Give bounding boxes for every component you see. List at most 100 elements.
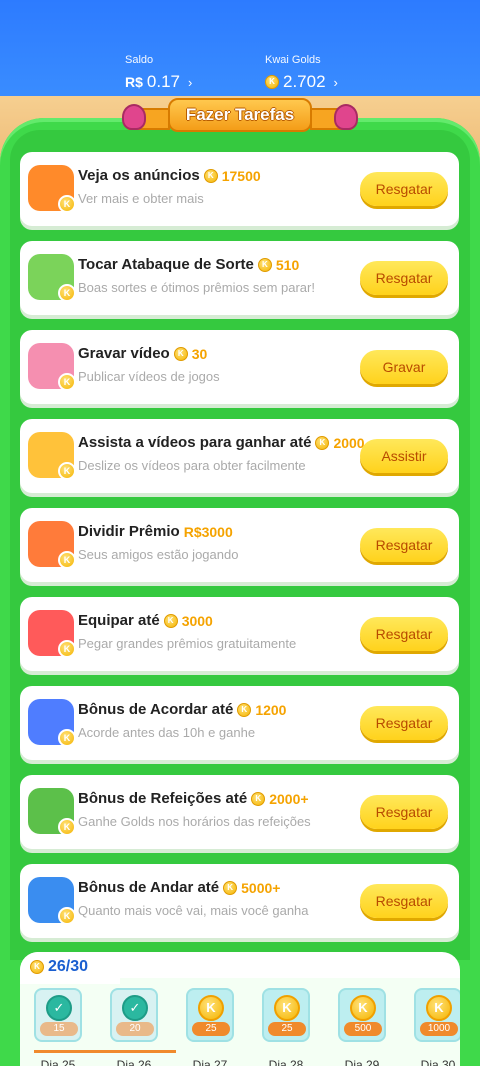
coin-icon: K: [223, 880, 238, 895]
coin-icon: K: [58, 729, 76, 747]
coin-icon: K: [173, 346, 188, 361]
task-title: Bônus de Refeições até: [78, 790, 248, 807]
task-reward: 510: [275, 256, 300, 273]
glove-icon: K: [28, 610, 76, 658]
task-title: Bônus de Acordar até: [78, 701, 234, 718]
task-subtitle: Ganhe Golds nos horários das refeições: [78, 814, 311, 829]
coin-icon: K: [58, 907, 76, 925]
checkin-day-amount: 20: [116, 1022, 154, 1036]
task-action-button[interactable]: Gravar: [360, 350, 448, 384]
checkin-day-amount: 500: [344, 1022, 382, 1036]
coin-icon: K: [58, 373, 76, 391]
task-subtitle: Publicar vídeos de jogos: [78, 369, 220, 384]
checkin-day[interactable]: K 25: [262, 988, 310, 1042]
checkin-day-label: Dia 30: [420, 1058, 456, 1066]
coin-icon: K: [58, 284, 76, 302]
checkin-day-label: Dia 26: [116, 1058, 152, 1066]
chevron-right-icon: ›: [188, 74, 193, 90]
calendar-icon: K: [28, 788, 76, 836]
task-card: K Tocar Atabaque de Sorte K 510 Boas sortes …: [20, 241, 459, 315]
top-header: [0, 0, 480, 100]
golds-value: 2.702: [283, 72, 326, 91]
task-title-row: Equipar até K 3000: [78, 612, 213, 629]
coin-icon: K: [58, 640, 76, 658]
task-action-button[interactable]: Resgatar: [360, 795, 448, 829]
check-icon: ✓: [122, 995, 148, 1021]
drum-icon: K: [28, 254, 76, 302]
moon-icon: K: [28, 699, 76, 747]
task-title-row: Assista a vídeos para ganhar até K 2000: [78, 434, 365, 451]
saldo-label: Saldo: [125, 54, 154, 66]
task-title: Veja os anúncios: [78, 167, 200, 184]
task-card: K Assista a vídeos para ganhar até K 2000 De…: [20, 419, 459, 493]
coin-icon: K: [426, 995, 452, 1021]
coin-icon: K: [163, 613, 178, 628]
coin-icon: K: [58, 818, 76, 836]
task-action-button[interactable]: Resgatar: [360, 172, 448, 206]
task-action-button[interactable]: Assistir: [360, 439, 448, 473]
coin-icon: K: [58, 462, 76, 480]
task-subtitle: Acorde antes das 10h e ganhe: [78, 725, 256, 740]
coin-icon: K: [198, 995, 224, 1021]
task-title-row: Bônus de Andar até K 5000+: [78, 879, 280, 896]
camera-icon: K: [28, 432, 76, 480]
task-title: Tocar Atabaque de Sorte: [78, 256, 254, 273]
coin-icon: K: [350, 995, 376, 1021]
task-card: K Bônus de Acordar até K 1200 Acorde antes d…: [20, 686, 459, 760]
task-title-row: Dividir Prêmio R$3000: [78, 523, 233, 540]
saldo-value: 0.17: [146, 72, 180, 91]
coin-icon: K: [274, 995, 300, 1021]
task-action-button[interactable]: Resgatar: [360, 261, 448, 295]
gift-icon: K: [28, 521, 76, 569]
task-subtitle: Boas sortes e ótimos prêmios sem parar!: [78, 280, 315, 295]
task-action-button[interactable]: Resgatar: [360, 528, 448, 562]
chevron-right-icon: ›: [333, 74, 338, 90]
record-icon: K: [28, 343, 76, 391]
task-subtitle: Quanto mais você vai, mais você ganha: [78, 903, 309, 918]
coin-icon: K: [237, 702, 252, 717]
task-reward: 5000+: [241, 879, 281, 896]
checkin-day[interactable]: K 500: [338, 988, 386, 1042]
task-reward: R$3000: [183, 523, 233, 540]
checkin-day[interactable]: ✓ 15: [34, 988, 82, 1042]
task-reward: 2000+: [269, 790, 309, 807]
golds-label: Kwai Golds: [265, 54, 321, 66]
checkin-day-label: Dia 25: [40, 1058, 76, 1066]
checkin-day-label: Dia 28: [268, 1058, 304, 1066]
task-action-button[interactable]: Resgatar: [360, 884, 448, 918]
checkin-progress-value: 26/30: [48, 958, 89, 975]
coin-icon: K: [251, 791, 266, 806]
task-card: K Veja os anúncios K 17500 Ver mais e obter …: [20, 152, 459, 226]
task-reward: 17500: [221, 167, 261, 184]
task-card: K Equipar até K 3000 Pegar grandes prêmios g…: [20, 597, 459, 671]
checkin-day[interactable]: ✓ 20: [110, 988, 158, 1042]
task-reward: 1200: [255, 701, 287, 718]
task-title-row: Veja os anúncios K 17500: [78, 167, 261, 184]
task-action-button[interactable]: Resgatar: [360, 706, 448, 740]
coin-icon: K: [257, 257, 272, 272]
coin-icon: K: [265, 75, 279, 89]
task-title: Equipar até: [78, 612, 160, 629]
checkin-day-amount: 15: [40, 1022, 78, 1036]
coin-icon: K: [58, 195, 76, 213]
task-subtitle: Deslize os vídeos para obter facilmente: [78, 458, 306, 473]
checkin-day-amount: 1000: [420, 1022, 458, 1036]
checkin-day-label: Dia 27: [192, 1058, 228, 1066]
tasks-banner-title: Fazer Tarefas: [168, 98, 312, 132]
checkin-progress: K 26/30: [30, 958, 88, 976]
task-title-row: Bônus de Acordar até K 1200: [78, 701, 286, 718]
golds-balance[interactable]: Kwai Golds K 2.702 ›: [265, 54, 338, 92]
saldo-balance[interactable]: Saldo R$ 0.17 ›: [125, 54, 192, 92]
task-title-row: Bônus de Refeições até K 2000+: [78, 790, 309, 807]
checkin-day-amount: 25: [268, 1022, 306, 1036]
checkin-day-amount: 25: [192, 1022, 230, 1036]
checkin-progress-line: [34, 1050, 176, 1053]
task-subtitle: Seus amigos estão jogando: [78, 547, 239, 562]
task-card: K Dividir Prêmio R$3000 Seus amigos estão j…: [20, 508, 459, 582]
task-subtitle: Pegar grandes prêmios gratuitamente: [78, 636, 297, 651]
coin-icon: K: [30, 960, 44, 974]
bird-icon: [334, 104, 358, 130]
checkin-day[interactable]: K 25: [186, 988, 234, 1042]
checkin-day[interactable]: K 1000: [414, 988, 460, 1042]
task-action-button[interactable]: Resgatar: [360, 617, 448, 651]
